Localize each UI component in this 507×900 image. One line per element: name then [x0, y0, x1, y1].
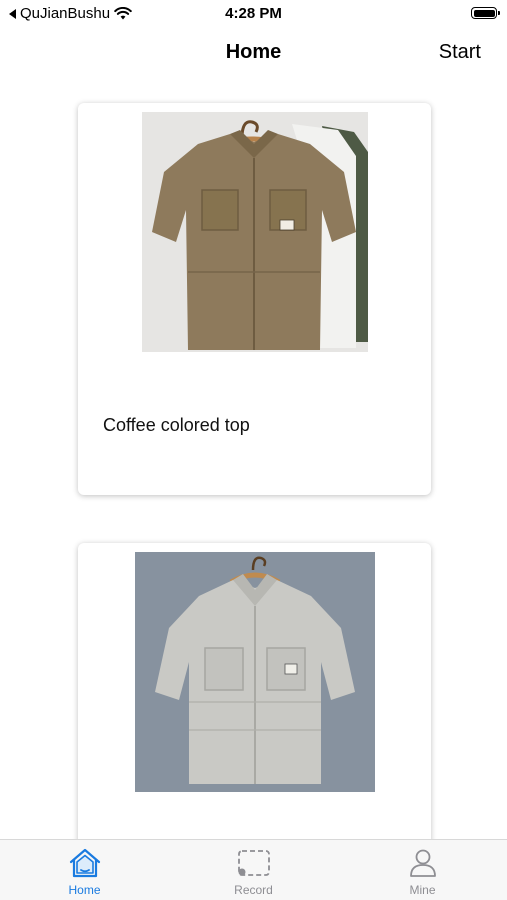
person-icon — [409, 849, 436, 877]
shirt-khaki-image — [142, 112, 368, 352]
scan-icon — [237, 850, 270, 876]
tab-mine-label: Mine — [409, 883, 436, 897]
product-card[interactable]: Coffee colored top — [78, 103, 431, 495]
product-card[interactable] — [78, 543, 431, 840]
tab-mine[interactable]: Mine — [338, 840, 507, 900]
product-list[interactable]: Coffee colored top — [0, 84, 507, 840]
tab-record[interactable]: Record — [169, 840, 338, 900]
page-title: Home — [225, 41, 282, 63]
product-title: Coffee colored top — [103, 415, 250, 435]
tab-bar: Home Record Mine — [0, 839, 507, 900]
navigation-bar: Home Start — [0, 30, 507, 74]
shirt-gray-image — [135, 552, 375, 792]
battery-icon — [471, 7, 500, 19]
tab-home[interactable]: Home — [0, 840, 169, 900]
start-button[interactable]: Start — [439, 41, 481, 64]
tab-home-label: Home — [68, 883, 101, 897]
home-icon — [69, 848, 100, 878]
app-screen: QuJianBushu 4:28 PM Home Start Coffee co… — [0, 0, 507, 900]
tab-record-label: Record — [234, 883, 273, 897]
status-bar: QuJianBushu 4:28 PM — [0, 0, 507, 28]
status-time: 4:28 PM — [225, 5, 282, 22]
